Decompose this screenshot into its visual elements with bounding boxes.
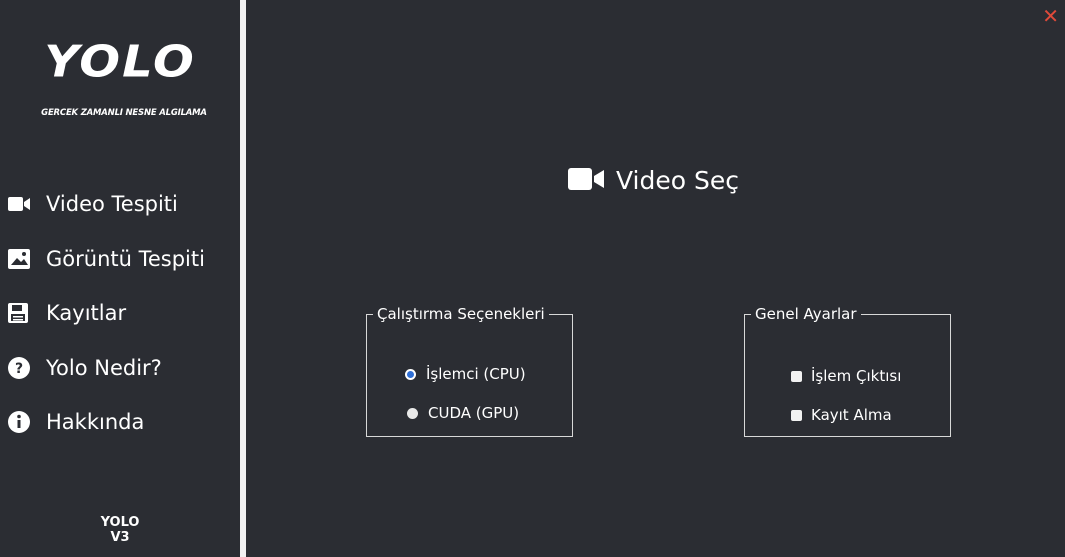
run-options-group: Çalıştırma Seçenekleri İşlemci (CPU) CUD… [366,305,573,437]
sidebar-divider [240,0,246,557]
sidebar-item-video-detection[interactable]: Video Tespiti [8,186,205,222]
sidebar-item-label: Video Tespiti [46,192,178,216]
footer-logo-text: YOLO [100,515,140,530]
app-logo: YOLO [44,36,196,88]
sidebar-nav: Video Tespiti Görüntü Tespiti Kayıtlar ?… [8,186,205,459]
process-output-label: İşlem Çıktısı [811,367,902,385]
sidebar-item-image-detection[interactable]: Görüntü Tespiti [8,241,205,277]
sidebar-item-label: Yolo Nedir? [46,355,162,380]
info-icon [8,409,34,435]
general-settings-group: Genel Ayarlar İşlem Çıktısı Kayıt Alma [744,305,951,437]
record-label: Kayıt Alma [811,406,892,424]
sidebar-item-label: Hakkında [46,410,145,434]
footer-version: YOLO V3 [0,515,240,545]
sidebar-item-what-is-yolo[interactable]: ? Yolo Nedir? [8,350,205,386]
cpu-label: İşlemci (CPU) [426,365,526,383]
video-camera-icon [568,167,606,195]
cpu-radio[interactable] [405,368,416,380]
page-title: Video Seç [616,166,739,195]
sidebar-item-about[interactable]: Hakkında [8,404,205,440]
app-subtitle: GERCEK ZAMANLI NESNE ALGILAMA [41,108,207,118]
gpu-radio-option[interactable]: CUDA (GPU) [407,404,519,422]
video-camera-icon [8,191,34,217]
select-video-button[interactable]: Video Seç [568,166,739,195]
process-output-option[interactable]: İşlem Çıktısı [791,367,901,385]
record-checkbox[interactable] [791,409,802,421]
question-icon: ? [8,355,34,381]
record-option[interactable]: Kayıt Alma [791,406,892,424]
cpu-radio-option[interactable]: İşlemci (CPU) [405,365,526,383]
gpu-label: CUDA (GPU) [428,404,520,422]
footer-version-text: V3 [110,530,130,545]
process-output-checkbox[interactable] [791,370,802,382]
gpu-radio[interactable] [407,407,418,419]
run-options-legend: Çalıştırma Seçenekleri [377,305,545,323]
close-button[interactable]: ✕ [1042,4,1059,28]
save-icon [8,300,34,326]
sidebar-item-label: Görüntü Tespiti [46,246,205,271]
svg-text:?: ? [15,361,23,377]
sidebar: YOLO GERCEK ZAMANLI NESNE ALGILAMA Video… [0,0,240,557]
sidebar-item-records[interactable]: Kayıtlar [8,295,205,331]
sidebar-item-label: Kayıtlar [46,301,127,325]
image-icon [8,246,34,272]
general-settings-legend: Genel Ayarlar [755,305,857,323]
